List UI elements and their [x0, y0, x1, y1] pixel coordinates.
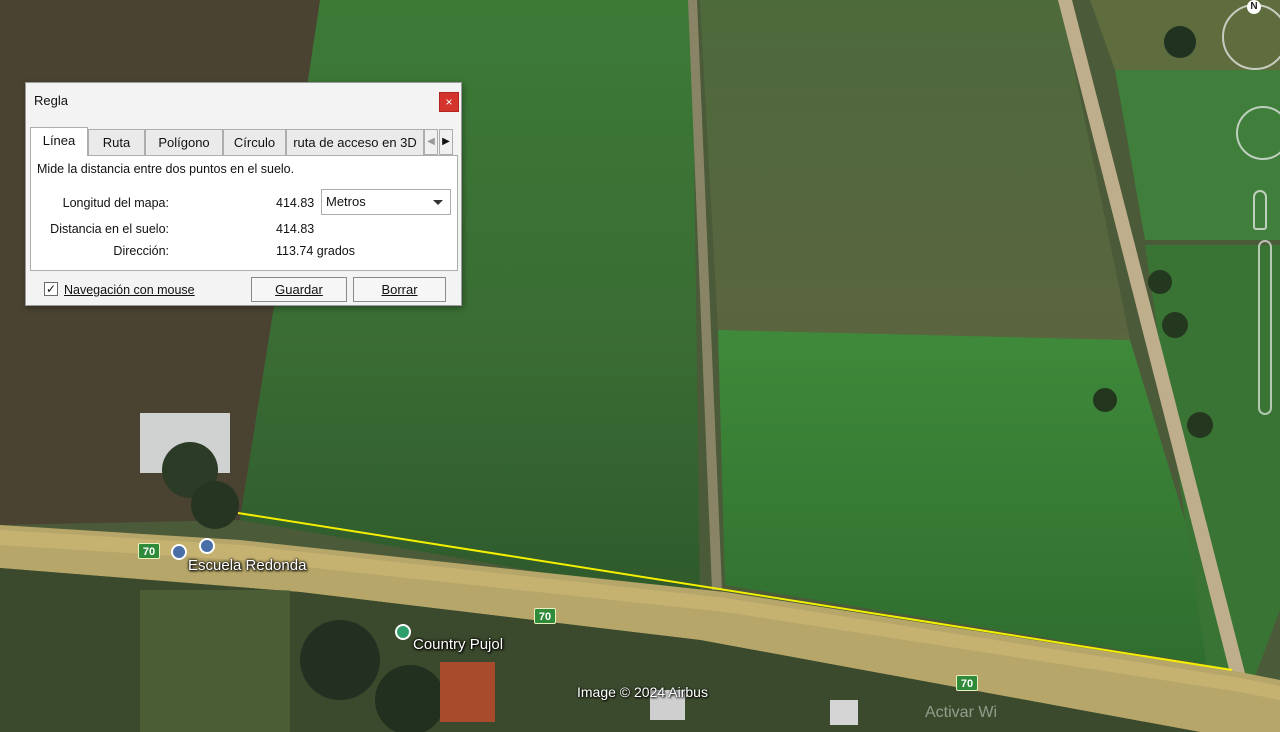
mouse-navigation-checkbox[interactable]: ✓	[44, 282, 58, 296]
place-pin-icon[interactable]	[395, 624, 411, 640]
ground-distance-label: Distancia en el suelo:	[50, 222, 169, 236]
zoom-slider[interactable]	[1258, 240, 1272, 415]
mouse-navigation-label[interactable]: Navegación con mouse	[64, 283, 195, 297]
compass-north-icon[interactable]: N	[1247, 0, 1261, 14]
bus-stop-icon[interactable]	[171, 544, 187, 560]
chevron-down-icon	[433, 200, 443, 205]
bus-icon[interactable]	[199, 538, 215, 554]
tab-linea[interactable]: Línea	[30, 127, 88, 156]
map-length-label: Longitud del mapa:	[62, 196, 169, 210]
ruler-tabs: Línea Ruta Polígono Círculo ruta de acce…	[30, 127, 460, 156]
tab-poligono[interactable]: Polígono	[145, 129, 223, 155]
clear-button-label: Borrar	[381, 282, 418, 297]
place-label-country[interactable]: Country Pujol	[413, 636, 503, 653]
tab-circulo[interactable]: Círculo	[223, 129, 286, 155]
direction-value: 113.74 grados	[276, 244, 355, 258]
tab-ruta-3d[interactable]: ruta de acceso en 3D	[286, 129, 424, 155]
activation-watermark: Activar Wi	[925, 704, 997, 721]
look-around-control[interactable]	[1222, 4, 1280, 70]
direction-label: Dirección:	[113, 244, 169, 258]
route-badge: 70	[534, 608, 556, 624]
clear-button[interactable]: Borrar	[353, 277, 446, 302]
route-badge: 70	[138, 543, 160, 559]
place-label-school[interactable]: Escuela Redonda	[188, 557, 306, 574]
unit-dropdown[interactable]: Metros	[321, 189, 451, 215]
map-length-value: 414.83	[276, 196, 315, 210]
save-button-label: Guardar	[275, 282, 323, 297]
save-button[interactable]: Guardar	[251, 277, 347, 302]
street-view-pegman-icon[interactable]	[1253, 190, 1267, 230]
ruler-dialog: Regla × Línea Ruta Polígono Círculo ruta…	[25, 82, 462, 306]
route-badge: 70	[956, 675, 978, 691]
imagery-credit: Image © 2024 Airbus	[577, 684, 708, 700]
tab-scroll-left-icon[interactable]: ◀	[424, 129, 438, 155]
tool-description: Mide la distancia entre dos puntos en el…	[37, 162, 295, 176]
linea-panel: Mide la distancia entre dos puntos en el…	[30, 155, 458, 271]
close-button[interactable]: ×	[439, 92, 459, 112]
ground-distance-value: 414.83	[276, 222, 315, 236]
unit-selected-value: Metros	[326, 194, 366, 209]
dialog-title: Regla	[34, 93, 68, 108]
tab-scroll-right-icon[interactable]: ▶	[439, 129, 453, 155]
tab-ruta[interactable]: Ruta	[88, 129, 145, 155]
